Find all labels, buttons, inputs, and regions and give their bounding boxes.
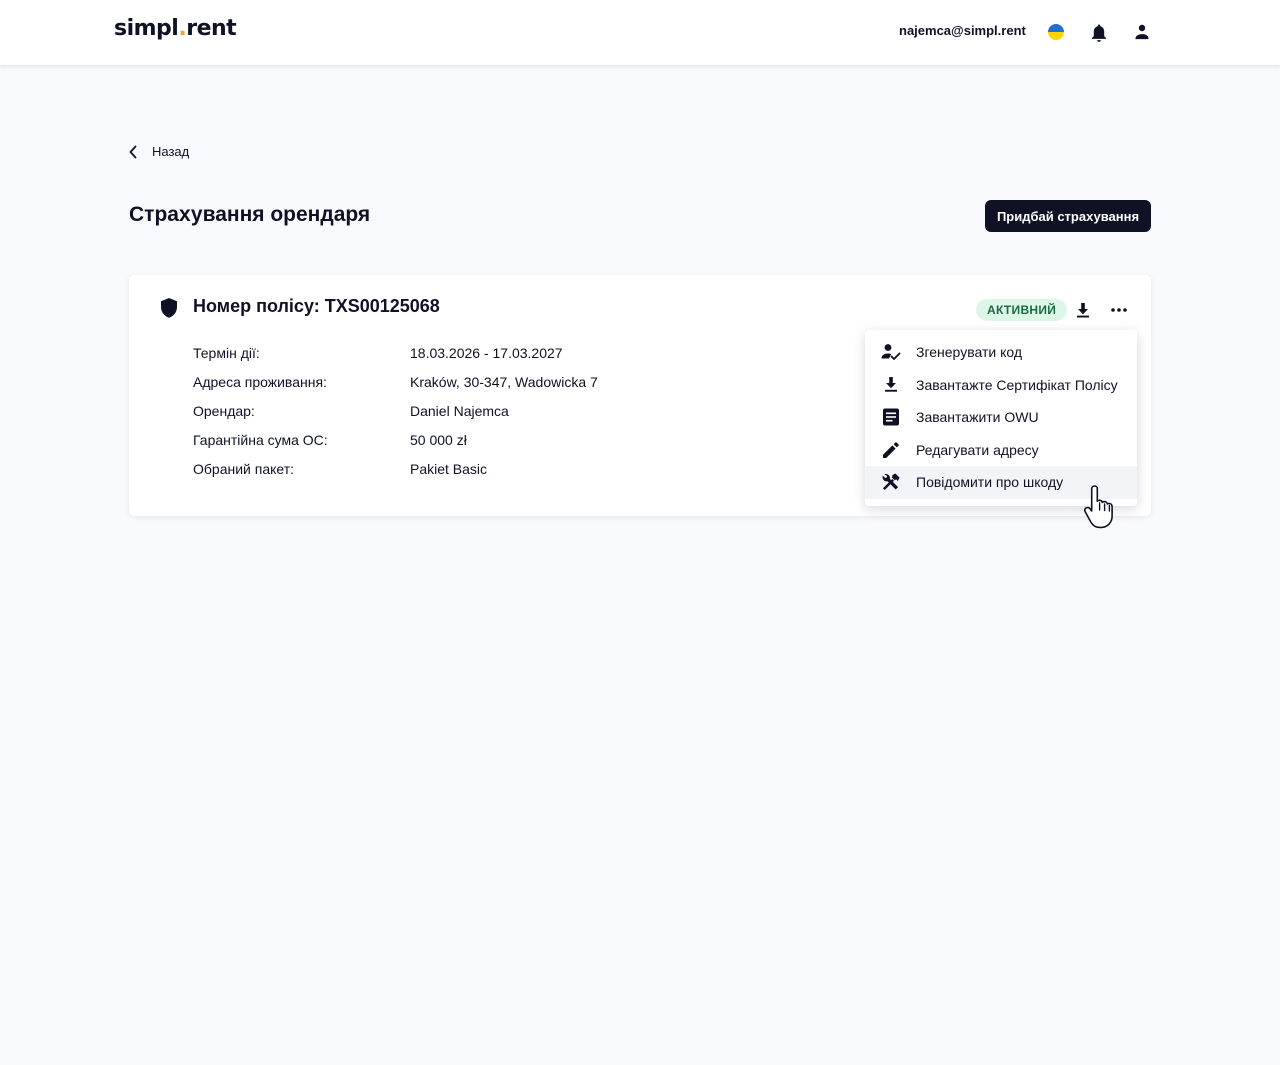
menu-item-generate-code[interactable]: Згенерувати код: [865, 336, 1137, 369]
detail-value: 18.03.2026 - 17.03.2027: [410, 345, 563, 361]
detail-label: Орендар:: [193, 403, 255, 419]
download-icon: [885, 376, 897, 392]
menu-item-label: Згенерувати код: [916, 344, 1022, 361]
ukraine-flag-icon[interactable]: [1048, 24, 1064, 40]
detail-value: Daniel Najemca: [410, 403, 509, 419]
shield-icon: [161, 298, 177, 318]
more-options-icon[interactable]: [1109, 302, 1129, 318]
detail-value: 50 000 zł: [410, 432, 467, 448]
detail-row-package: Обраний пакет: Pakiet Basic: [193, 461, 598, 490]
logo-text-rent: rent: [186, 16, 237, 41]
person-check-icon: [881, 344, 901, 361]
chevron-left-icon: [129, 145, 137, 158]
detail-label: Гарантійна сума ОС:: [193, 432, 328, 448]
top-bar: simpl.rent najemca@simpl.rent: [0, 0, 1280, 65]
policy-details: Термін дії: 18.03.2026 - 17.03.2027 Адре…: [193, 345, 598, 490]
detail-label: Адреса проживання:: [193, 374, 327, 390]
tools-icon: [882, 473, 900, 491]
detail-value: Pakiet Basic: [410, 461, 488, 477]
buy-insurance-button[interactable]: Придбай страхування: [985, 200, 1151, 232]
pencil-icon: [883, 441, 899, 458]
menu-item-label: Повідомити про шкоду: [916, 474, 1064, 491]
download-icon[interactable]: [1073, 300, 1093, 320]
logo-text-simpl: simpl: [114, 16, 179, 41]
menu-item-label: Завантажте Сертифікат Полісу: [916, 376, 1118, 393]
detail-row-term: Термін дії: 18.03.2026 - 17.03.2027: [193, 345, 598, 374]
logo[interactable]: simpl.rent: [114, 16, 237, 41]
user-email[interactable]: najemca@simpl.rent: [899, 23, 1026, 38]
back-label: Назад: [152, 144, 190, 159]
bell-icon[interactable]: [1090, 23, 1108, 43]
detail-row-address: Адреса проживання: Kraków, 30-347, Wadow…: [193, 374, 598, 403]
menu-item-download-owu[interactable]: Завантажити OWU: [865, 401, 1137, 434]
menu-item-report-damage[interactable]: Повідомити про шкоду: [865, 466, 1137, 499]
menu-item-download-certificate[interactable]: Завантажте Сертифікат Полісу: [865, 369, 1137, 402]
page-title: Страхування орендаря: [129, 203, 371, 226]
document-icon: [883, 408, 899, 426]
detail-row-tenant: Орендар: Daniel Najemca: [193, 403, 598, 432]
user-account-icon[interactable]: [1133, 23, 1151, 41]
menu-item-edit-address[interactable]: Редагувати адресу: [865, 434, 1137, 467]
policy-actions-menu: Згенерувати код Завантажте Сертифікат По…: [865, 330, 1137, 506]
status-badge: АКТИВНИЙ: [976, 299, 1068, 321]
menu-item-label: Завантажити OWU: [916, 409, 1039, 426]
back-link[interactable]: Назад: [128, 144, 189, 159]
detail-label: Обраний пакет:: [193, 461, 295, 477]
policy-number-title: Номер полісу: TXS00125068: [193, 296, 440, 316]
detail-value: Kraków, 30-347, Wadowicka 7: [410, 374, 598, 390]
detail-row-guarantee-sum: Гарантійна сума ОС: 50 000 zł: [193, 432, 598, 461]
menu-item-label: Редагувати адресу: [916, 441, 1039, 458]
detail-label: Термін дії:: [193, 345, 260, 361]
